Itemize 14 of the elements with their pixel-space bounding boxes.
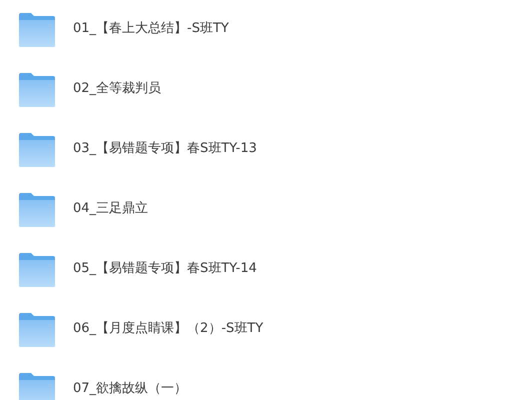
folder-icon[interactable] [19,253,55,287]
folder-icon[interactable] [19,73,55,107]
folder-icon[interactable] [19,133,55,167]
folder-name[interactable]: 02_全等裁判员 [73,81,162,97]
folder-name[interactable]: 06_【月度点睛课】（2）-S班TY [73,321,264,337]
folder-icon[interactable] [19,373,55,400]
folder-name[interactable]: 01_【春上大总结】-S班TY [73,21,229,37]
folder-name[interactable]: 05_【易错题专项】春S班TY-14 [73,261,257,277]
folder-icon[interactable] [19,193,55,227]
folder-icon[interactable] [19,13,55,47]
folder-name[interactable]: 07_欲擒故纵（一） [73,381,188,397]
folder-icon[interactable] [19,313,55,347]
folder-name[interactable]: 03_【易错题专项】春S班TY-13 [73,141,257,157]
folder-name[interactable]: 04_三足鼎立 [73,201,148,217]
